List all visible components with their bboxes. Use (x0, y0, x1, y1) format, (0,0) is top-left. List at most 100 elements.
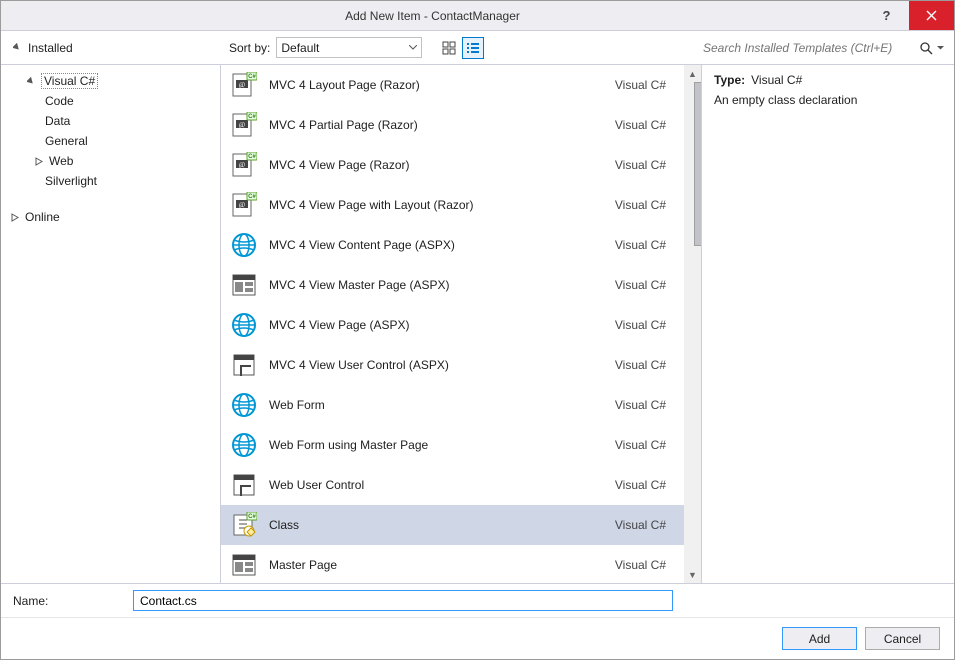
help-icon: ? (883, 8, 891, 23)
template-language: Visual C# (615, 358, 674, 372)
scroll-thumb[interactable] (694, 82, 703, 246)
globe-icon (231, 232, 257, 258)
search-dropdown-icon[interactable] (937, 46, 944, 50)
tree-node-data[interactable]: Data (41, 111, 216, 131)
detail-description: An empty class declaration (714, 93, 942, 107)
template-name: Master Page (269, 558, 603, 572)
globe-icon (231, 432, 257, 458)
scroll-down-icon[interactable]: ▼ (684, 566, 701, 583)
close-button[interactable] (909, 1, 954, 30)
razor-icon (231, 192, 257, 218)
usercontrol-icon (231, 352, 257, 378)
razor-icon (231, 112, 257, 138)
expand-icon (33, 157, 45, 166)
tree-node-general[interactable]: General (41, 131, 216, 151)
tree-node-csharp[interactable]: Visual C# (21, 71, 216, 91)
search-group (701, 37, 944, 58)
template-language: Visual C# (615, 558, 674, 572)
tree-node-code[interactable]: Code (41, 91, 216, 111)
template-row[interactable]: MVC 4 View Master Page (ASPX)Visual C# (221, 265, 684, 305)
template-language: Visual C# (615, 398, 674, 412)
tree-node-web[interactable]: Web (29, 151, 216, 171)
template-name: MVC 4 View Content Page (ASPX) (269, 238, 603, 252)
template-language: Visual C# (615, 78, 674, 92)
list-scrollbar[interactable]: ▲ ▼ (684, 65, 701, 583)
template-row[interactable]: Web User ControlVisual C# (221, 465, 684, 505)
sortby-value: Default (281, 41, 319, 55)
detail-type-label: Type: (714, 73, 745, 87)
name-bar: Name: (1, 583, 954, 617)
template-row[interactable]: Master Page Visual C# (221, 545, 684, 583)
razor-icon (231, 152, 257, 178)
sortby-label: Sort by: (229, 41, 270, 55)
template-name: MVC 4 View Master Page (ASPX) (269, 278, 603, 292)
template-row[interactable]: Web Form using Master Page Visual C# (221, 425, 684, 465)
title-buttons: ? (864, 1, 954, 30)
master-icon (231, 552, 257, 578)
template-name: Web Form using Master Page (269, 438, 603, 452)
search-icon[interactable] (919, 41, 933, 55)
detail-type-value: Visual C# (751, 73, 802, 87)
collapse-icon (13, 43, 22, 52)
help-button[interactable]: ? (864, 1, 909, 30)
class-icon (231, 512, 257, 538)
template-name: MVC 4 View Page (Razor) (269, 158, 603, 172)
template-name: MVC 4 View Page with Layout (Razor) (269, 198, 603, 212)
toolbar: Installed Sort by: Default (1, 31, 954, 65)
scroll-up-icon[interactable]: ▲ (684, 65, 701, 82)
list-icon (466, 41, 480, 55)
chevron-down-icon (409, 45, 417, 50)
tree-header[interactable]: Installed (11, 41, 221, 55)
master-icon (231, 272, 257, 298)
grid-icon (442, 41, 456, 55)
template-language: Visual C# (615, 198, 674, 212)
template-language: Visual C# (615, 318, 674, 332)
tree-node-online[interactable]: Online (5, 207, 216, 227)
template-language: Visual C# (615, 438, 674, 452)
button-bar: Add Cancel (1, 617, 954, 659)
name-label: Name: (13, 594, 133, 608)
name-input[interactable] (133, 590, 673, 611)
template-row[interactable]: MVC 4 Layout Page (Razor) Visual C# (221, 65, 684, 105)
template-name: MVC 4 View User Control (ASPX) (269, 358, 603, 372)
template-language: Visual C# (615, 118, 674, 132)
view-small-icons-button[interactable] (462, 37, 484, 59)
usercontrol-icon (231, 472, 257, 498)
detail-panel: Type: Visual C# An empty class declarati… (702, 65, 954, 583)
razor-icon (231, 72, 257, 98)
sortby-dropdown[interactable]: Default (276, 37, 422, 58)
view-buttons (438, 37, 484, 59)
template-row[interactable]: MVC 4 Partial Page (Razor) Visual C# (221, 105, 684, 145)
window-title: Add New Item - ContactManager (1, 9, 864, 23)
add-button[interactable]: Add (782, 627, 857, 650)
template-row[interactable]: MVC 4 View Page with Layout (Razor) Visua… (221, 185, 684, 225)
template-language: Visual C# (615, 158, 674, 172)
detail-type-row: Type: Visual C# (714, 73, 942, 87)
expand-icon (25, 77, 37, 86)
template-language: Visual C# (615, 518, 674, 532)
globe-icon (231, 392, 257, 418)
category-tree: Visual C# Code Data General Web Silverli… (1, 65, 221, 583)
template-language: Visual C# (615, 478, 674, 492)
template-name: Web Form (269, 398, 603, 412)
template-row[interactable]: MVC 4 View Page (Razor) Visual C# (221, 145, 684, 185)
template-name: MVC 4 Partial Page (Razor) (269, 118, 603, 132)
template-name: MVC 4 View Page (ASPX) (269, 318, 603, 332)
template-name: Class (269, 518, 603, 532)
cancel-button[interactable]: Cancel (865, 627, 940, 650)
close-icon (926, 10, 937, 21)
view-medium-icons-button[interactable] (438, 37, 460, 59)
search-input[interactable] (701, 37, 913, 58)
template-row[interactable]: MVC 4 View Content Page (ASPX) Visual C# (221, 225, 684, 265)
template-row[interactable]: Web Form Visual C# (221, 385, 684, 425)
template-row[interactable]: MVC 4 View Page (ASPX) Visual C# (221, 305, 684, 345)
template-row[interactable]: Class Visual C# (221, 505, 684, 545)
template-language: Visual C# (615, 238, 674, 252)
tree-node-silverlight[interactable]: Silverlight (41, 171, 216, 191)
installed-label: Installed (28, 41, 73, 55)
template-name: MVC 4 Layout Page (Razor) (269, 78, 603, 92)
template-list-inner: MVC 4 Layout Page (Razor)Visual C#MVC 4 … (221, 65, 684, 583)
title-bar[interactable]: Add New Item - ContactManager ? (1, 1, 954, 31)
template-row[interactable]: MVC 4 View User Control (ASPX) Visual C# (221, 345, 684, 385)
tree-label-csharp: Visual C# (41, 73, 98, 89)
